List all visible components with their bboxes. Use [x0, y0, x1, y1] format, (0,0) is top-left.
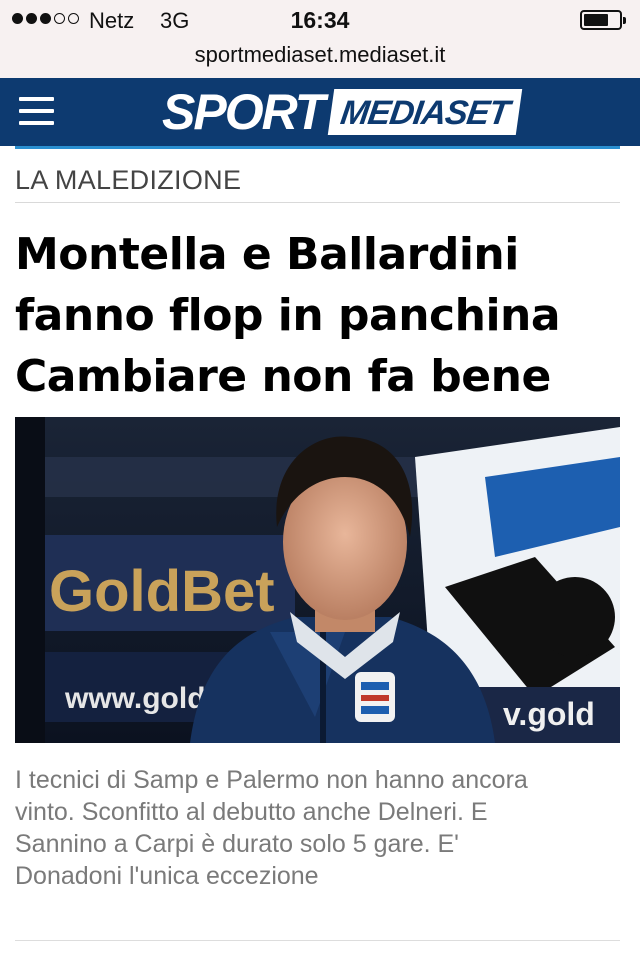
kicker-divider: [15, 202, 620, 203]
menu-line: [19, 97, 54, 101]
summary-line: Donadoni l'unica eccezione: [15, 862, 319, 890]
site-logo[interactable]: SPORT MEDIASET: [162, 84, 523, 140]
banner-url-right: v.gold: [503, 696, 595, 732]
menu-line: [19, 109, 54, 113]
logo-mediaset-text: MEDIASET: [328, 89, 523, 135]
article-headline[interactable]: Montella e Ballardini fanno flop in panc…: [15, 224, 625, 407]
hamburger-icon[interactable]: [19, 97, 54, 125]
article-summary: I tecnici di Samp e Palermo non hanno an…: [15, 764, 620, 892]
address-bar[interactable]: sportmediaset.mediaset.it: [0, 40, 640, 78]
headline-line: Cambiare non fa bene: [15, 351, 551, 402]
status-bar: Netz 3G 16:34: [0, 0, 640, 40]
banner-text: GoldBet: [49, 559, 275, 624]
menu-line: [19, 121, 54, 125]
battery-icon: [580, 10, 626, 30]
summary-line: vinto. Sconfitto al debutto anche Delner…: [15, 798, 488, 826]
article-photo[interactable]: GoldBet www.gold v.gold: [15, 417, 620, 743]
article-bottom-divider: [15, 940, 620, 941]
headline-line: fanno flop in panchina: [15, 290, 561, 341]
header-divider: [15, 146, 620, 149]
summary-line: I tecnici di Samp e Palermo non hanno an…: [15, 766, 528, 794]
battery-nub: [623, 17, 626, 24]
logo-sport-text: SPORT: [162, 84, 325, 140]
banner-url-left: www.gold: [64, 682, 206, 715]
headline-line: Montella e Ballardini: [15, 229, 519, 280]
article-kicker: LA MALEDIZIONE: [15, 165, 242, 195]
summary-line: Sannino a Carpi è durato solo 5 gare. E': [15, 830, 459, 858]
status-time: 16:34: [290, 7, 350, 33]
coach-photo-illustration: GoldBet www.gold v.gold: [15, 417, 620, 743]
site-header: SPORT MEDIASET: [0, 78, 640, 146]
battery-fill: [584, 14, 608, 26]
